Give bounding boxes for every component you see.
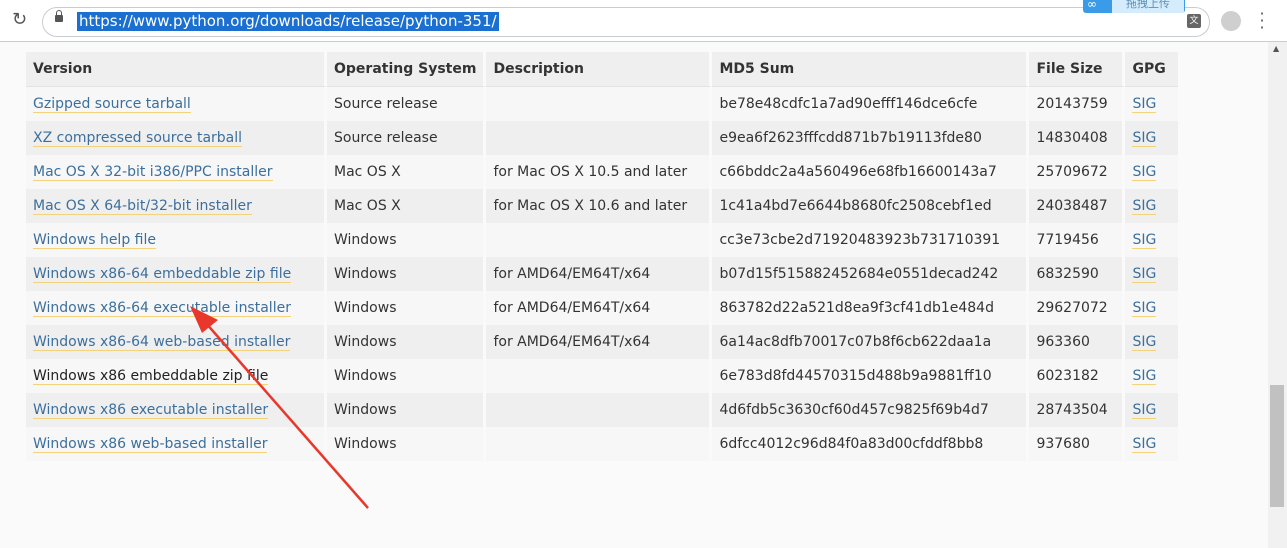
arrow-line — [204, 321, 369, 509]
arrow-head — [190, 306, 218, 333]
red-arrow-annotation — [190, 306, 369, 509]
